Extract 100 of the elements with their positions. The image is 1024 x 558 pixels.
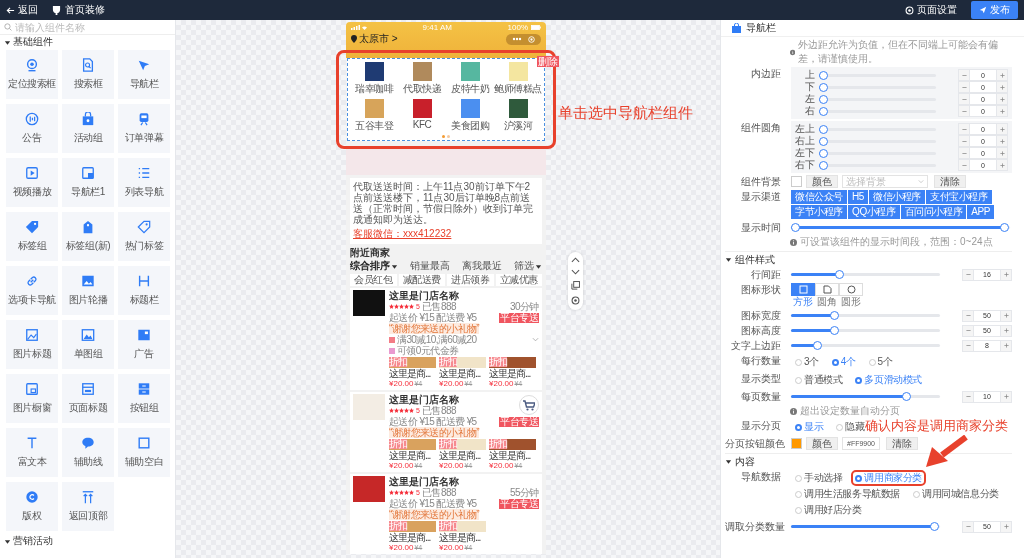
city-selector[interactable]: 太原市 > — [351, 32, 398, 46]
slider[interactable] — [819, 160, 936, 170]
increment-button[interactable] — [1000, 520, 1012, 533]
increment-button[interactable] — [996, 159, 1008, 171]
nav-item[interactable]: 瑞幸咖啡 — [350, 62, 398, 96]
radio-option[interactable]: 调用生活服务导航数据 — [791, 486, 904, 502]
filter-chip[interactable]: 减配送费 — [398, 274, 445, 286]
background-select[interactable]: 选择背景 — [842, 175, 928, 188]
radio-option[interactable]: 普通模式 — [791, 372, 847, 388]
section-header[interactable]: 营销活动 — [0, 534, 175, 548]
increment-button[interactable] — [1000, 339, 1012, 352]
radio-option[interactable]: 调用同城信息分类 — [909, 486, 1003, 502]
color-swatch[interactable] — [791, 438, 802, 449]
decrement-button[interactable] — [958, 123, 970, 135]
component-tile[interactable]: 图片轮播 — [62, 266, 114, 315]
component-tile[interactable]: 图片橱窗 — [6, 374, 58, 423]
increment-button[interactable] — [1000, 324, 1012, 337]
component-tile[interactable]: 选项卡导航 — [6, 266, 58, 315]
clear-button[interactable]: 清除 — [886, 437, 919, 450]
radio-option[interactable]: 手动选择 — [791, 470, 847, 486]
nav-item[interactable]: 沪溪河 — [494, 99, 542, 133]
page-dot[interactable] — [447, 135, 450, 138]
nav-item[interactable]: 代取快递 — [398, 62, 446, 96]
filter-chip[interactable]: 会员红包 — [350, 274, 397, 286]
section-header[interactable]: 基础组件 — [0, 35, 175, 49]
slider[interactable] — [819, 106, 936, 116]
decrement-button[interactable] — [958, 69, 970, 81]
component-tile[interactable]: 视频播放 — [6, 158, 58, 207]
component-tile[interactable]: 辅助线 — [62, 428, 114, 477]
increment-button[interactable] — [996, 105, 1008, 117]
component-tile[interactable]: 标签组(新) — [62, 212, 114, 261]
settings-icon[interactable] — [571, 296, 580, 305]
component-tile[interactable]: 标签组 — [6, 212, 58, 261]
decrement-button[interactable] — [962, 520, 974, 533]
channel-button[interactable]: 微信公众号 — [791, 190, 847, 204]
slider[interactable] — [819, 82, 936, 92]
color-button[interactable]: 颜色 — [806, 437, 838, 450]
back-button[interactable]: 返回 — [6, 3, 38, 17]
clear-button[interactable]: 清除 — [934, 175, 966, 188]
search-field[interactable]: 请输入组件名称 — [15, 21, 155, 33]
component-tile[interactable]: 定位搜索框 — [6, 50, 58, 99]
component-tile[interactable]: 广告 — [118, 320, 170, 369]
slider[interactable] — [791, 223, 1010, 232]
radio-option[interactable]: 5个 — [864, 354, 897, 370]
radio-option[interactable]: 调用商家分类 — [851, 470, 926, 486]
component-tile[interactable]: 订单弹幕 — [118, 104, 170, 153]
decrement-button[interactable] — [958, 147, 970, 159]
slider[interactable] — [819, 124, 936, 134]
increment-button[interactable] — [996, 93, 1008, 105]
component-tile[interactable]: 页面标题 — [62, 374, 114, 423]
component-tile[interactable]: 热门标签 — [118, 212, 170, 261]
increment-button[interactable] — [996, 81, 1008, 93]
slider[interactable] — [819, 70, 936, 80]
slider[interactable] — [791, 522, 940, 531]
cart-button[interactable] — [519, 395, 539, 415]
increment-button[interactable] — [996, 147, 1008, 159]
component-tile[interactable]: 导航栏 — [118, 50, 170, 99]
chevron-up-icon[interactable] — [571, 257, 580, 263]
slider[interactable] — [819, 136, 936, 146]
sort-option[interactable]: 筛选 — [514, 260, 542, 272]
component-tile[interactable]: 导航栏1 — [62, 158, 114, 207]
contact-link[interactable]: 客服微信：xxx412232 — [353, 228, 452, 239]
decrement-button[interactable] — [958, 93, 970, 105]
component-tile[interactable]: 标题栏 — [118, 266, 170, 315]
nav-item[interactable]: 美食团购 — [446, 99, 494, 133]
increment-button[interactable] — [1000, 390, 1012, 403]
filter-chip[interactable]: 进店领券 — [447, 274, 494, 286]
filter-chip[interactable]: 立减优惠 — [495, 274, 542, 286]
decrement-button[interactable] — [958, 135, 970, 147]
decrement-button[interactable] — [962, 268, 974, 281]
nav-item[interactable]: 皮特牛奶 — [446, 62, 494, 96]
publish-button[interactable]: 发布 — [971, 1, 1018, 19]
decrement-button[interactable] — [962, 339, 974, 352]
page-dot[interactable] — [442, 135, 445, 138]
component-tile[interactable]: 图片标题 — [6, 320, 58, 369]
channel-button[interactable]: 百问问小程序 — [900, 205, 967, 219]
increment-button[interactable] — [1000, 309, 1012, 322]
chevron-down-icon[interactable] — [571, 269, 580, 275]
radio-option[interactable]: 多页滑动模式 — [851, 372, 926, 388]
increment-button[interactable] — [1000, 268, 1012, 281]
nav-item[interactable]: KFC — [398, 99, 446, 133]
channel-button[interactable]: 支付宝小程序 — [926, 190, 992, 204]
sort-option[interactable]: 综合排序 — [350, 260, 398, 272]
component-tile[interactable]: 单图组 — [62, 320, 114, 369]
copy-icon[interactable] — [571, 281, 580, 290]
color-button[interactable]: 颜色 — [806, 175, 838, 188]
decrement-button[interactable] — [962, 390, 974, 403]
radio-option[interactable]: 3个 — [791, 354, 823, 370]
nav-item[interactable]: 五谷丰登 — [350, 99, 398, 133]
slider[interactable] — [819, 94, 936, 104]
decrement-button[interactable] — [962, 309, 974, 322]
slider[interactable] — [791, 326, 940, 335]
decrement-button[interactable] — [958, 81, 970, 93]
channel-button[interactable]: QQ小程序 — [848, 205, 900, 219]
channel-button[interactable]: H5 — [848, 190, 868, 204]
channel-button[interactable]: APP — [967, 205, 994, 219]
increment-button[interactable] — [996, 135, 1008, 147]
slider[interactable] — [819, 148, 936, 158]
component-tile[interactable]: 搜索框 — [62, 50, 114, 99]
slider[interactable] — [791, 270, 940, 279]
